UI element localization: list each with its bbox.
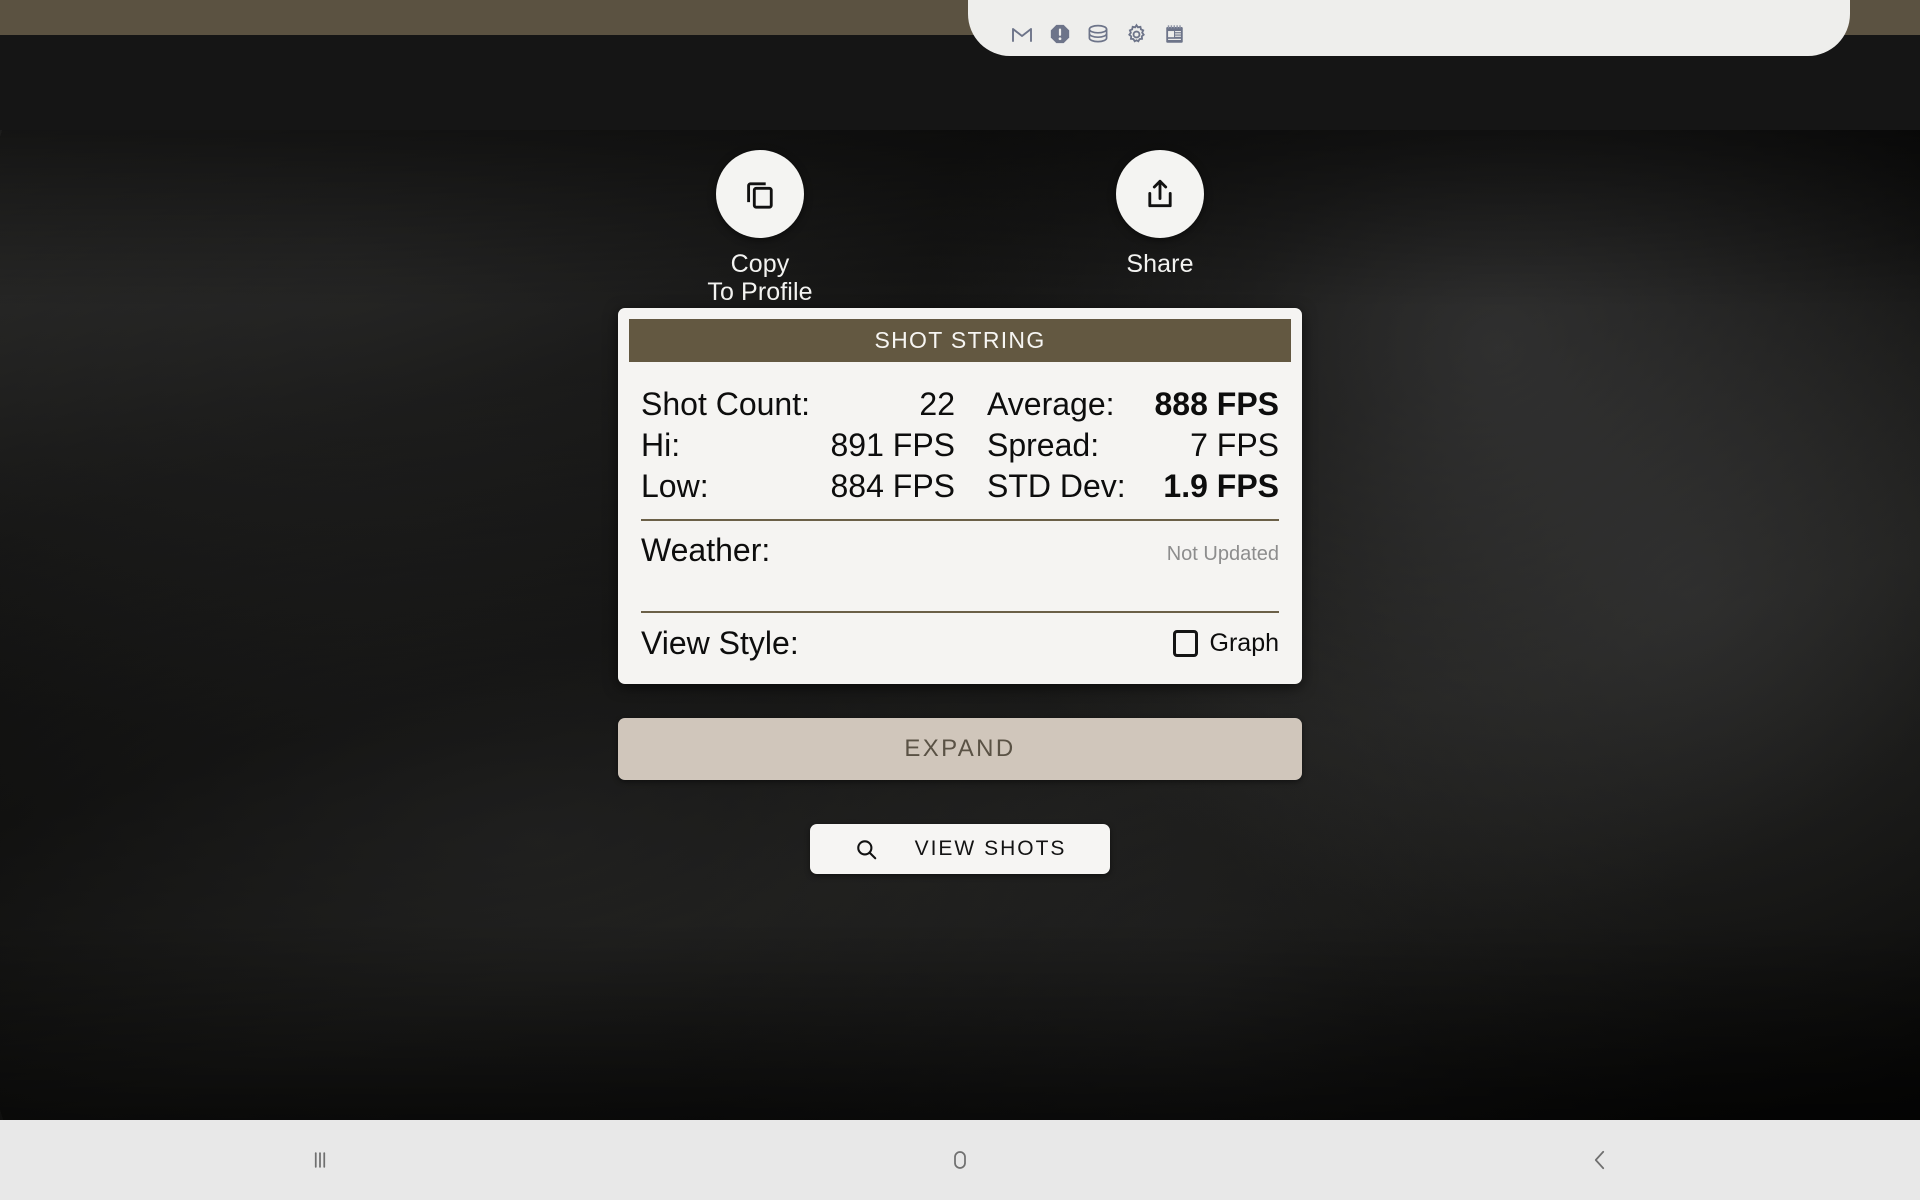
spread-value: 7 FPS [1190,427,1279,463]
share-icon [1148,179,1172,208]
share-button[interactable]: Share [1070,150,1250,306]
shot-count-label: Shot Count: [641,386,810,422]
app-screen: Copy To Profile Share SHOT STRING Shot C… [0,0,1920,1200]
copy-to-profile-button[interactable]: Copy To Profile [670,150,850,306]
nav-home-button[interactable] [640,1120,1280,1200]
card-title: SHOT STRING [874,327,1046,353]
search-icon [856,839,876,859]
settings-gear-icon[interactable] [1124,22,1148,46]
notepad-icon[interactable] [1162,22,1186,46]
gmail-icon[interactable] [1010,22,1034,46]
android-nav-bar [0,1120,1920,1200]
card-body: Shot Count: 22 Average: 888 FPS Hi: 891 … [629,362,1291,684]
copy-button-circle [716,150,804,238]
graph-checkbox[interactable] [1172,630,1198,657]
expand-button[interactable]: EXPAND [618,718,1302,780]
view-shots-label: VIEW SHOTS [914,837,1067,860]
card-header: SHOT STRING [629,319,1291,362]
std-dev-label: STD Dev: [987,468,1126,504]
view-shots-button[interactable]: VIEW SHOTS [810,824,1110,874]
average-value: 888 FPS [1154,386,1279,422]
recents-icon [314,1152,326,1168]
view-style-row: View Style: Graph [641,613,1279,684]
coins-icon[interactable] [1086,22,1110,46]
nav-recents-button[interactable] [0,1120,640,1200]
notification-shade[interactable] [968,0,1850,56]
copy-label-line1: Copy [730,250,790,278]
view-style-label: View Style: [641,625,799,661]
low-value: 884 FPS [830,468,955,504]
weather-label: Weather: [641,532,771,568]
share-label: Share [1126,250,1194,278]
average-label: Average: [987,386,1115,422]
share-button-circle [1116,150,1204,238]
hi-value: 891 FPS [830,427,955,463]
alert-icon[interactable] [1048,22,1072,46]
shot-string-card: SHOT STRING Shot Count: 22 Average: 888 … [618,308,1302,684]
stats-grid: Shot Count: 22 Average: 888 FPS Hi: 891 … [641,384,1279,507]
quick-actions: Copy To Profile Share [0,150,1920,306]
hi-label: Hi: [641,427,681,463]
home-icon [954,1151,966,1169]
std-dev-value: 1.9 FPS [1163,468,1279,504]
graph-checkbox-group[interactable]: Graph [1172,629,1279,658]
expand-button-label: EXPAND [904,735,1016,762]
graph-checkbox-label: Graph [1209,629,1279,657]
nav-back-button[interactable] [1280,1120,1920,1200]
spread-label: Spread: [987,427,1100,463]
shot-count-value: 22 [919,386,955,422]
low-label: Low: [641,468,709,504]
copy-label-line2: To Profile [707,278,813,306]
copy-icon [747,182,773,209]
weather-row[interactable]: Weather: Not Updated [641,521,1279,599]
weather-value: Not Updated [1166,543,1279,565]
chevron-left-icon [1594,1150,1605,1170]
